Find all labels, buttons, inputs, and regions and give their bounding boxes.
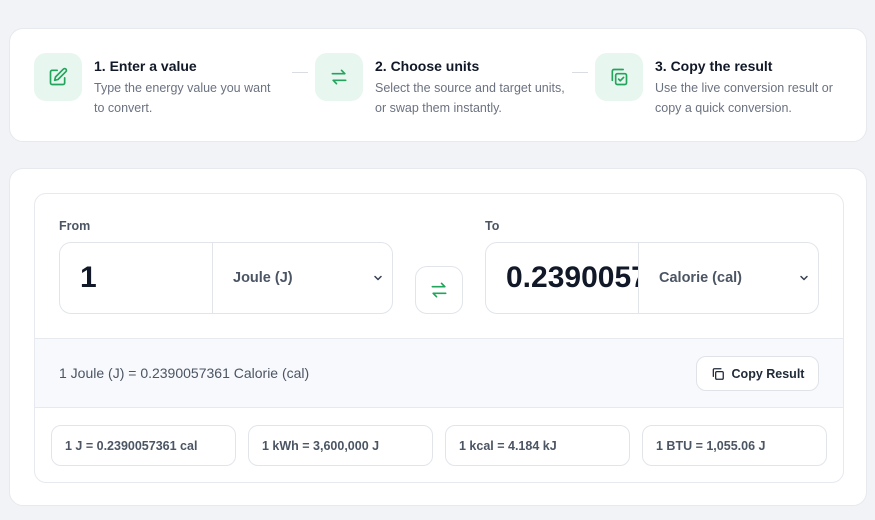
copy-result-button[interactable]: Copy Result	[696, 356, 819, 391]
to-unit-select[interactable]: Calorie (cal)	[639, 243, 818, 313]
step-copy-result: 3. Copy the result Use the live conversi…	[595, 53, 845, 118]
from-unit-label: Joule (J)	[233, 270, 293, 286]
converter-card: From 1 Joule (J) To 0.2390057361 Calorie…	[9, 168, 867, 506]
copy-check-icon	[595, 53, 643, 101]
to-label: To	[485, 219, 500, 233]
from-label: From	[59, 219, 91, 233]
swap-units-button[interactable]	[415, 266, 463, 314]
step-separator	[572, 72, 588, 73]
copy-icon	[711, 367, 725, 381]
from-value-input[interactable]: 1	[60, 243, 213, 313]
step-title: 1. Enter a value	[94, 58, 197, 74]
step-title: 3. Copy the result	[655, 58, 773, 74]
step-description: Select the source and target units, or s…	[375, 81, 565, 115]
from-unit-select[interactable]: Joule (J)	[213, 243, 392, 313]
step-choose-units: 2. Choose units Select the source and ta…	[315, 53, 565, 118]
chevron-down-icon	[372, 272, 384, 284]
to-field: 0.2390057361 Calorie (cal)	[485, 242, 819, 314]
swap-icon	[315, 53, 363, 101]
step-title: 2. Choose units	[375, 58, 480, 74]
result-bar: 1 Joule (J) = 0.2390057361 Calorie (cal)…	[35, 338, 843, 408]
converter-panel: From 1 Joule (J) To 0.2390057361 Calorie…	[34, 193, 844, 483]
step-description: Type the energy value you want to conver…	[94, 81, 271, 115]
to-value-output[interactable]: 0.2390057361	[486, 243, 639, 313]
quick-conversion-chip[interactable]: 1 kWh = 3,600,000 J	[248, 425, 433, 466]
quick-conversion-chip[interactable]: 1 kcal = 4.184 kJ	[445, 425, 630, 466]
edit-icon	[34, 53, 82, 101]
step-enter-value: 1. Enter a value Type the energy value y…	[34, 53, 284, 118]
step-separator	[292, 72, 308, 73]
step-description: Use the live conversion result or copy a…	[655, 81, 833, 115]
chevron-down-icon	[798, 272, 810, 284]
to-unit-label: Calorie (cal)	[659, 270, 742, 286]
from-field: 1 Joule (J)	[59, 242, 393, 314]
swap-icon	[429, 280, 449, 300]
quick-conversion-chip[interactable]: 1 BTU = 1,055.06 J	[642, 425, 827, 466]
result-text: 1 Joule (J) = 0.2390057361 Calorie (cal)	[59, 365, 310, 381]
copy-result-label: Copy Result	[731, 366, 805, 381]
steps-card: 1. Enter a value Type the energy value y…	[9, 28, 867, 142]
quick-conversion-chip[interactable]: 1 J = 0.2390057361 cal	[51, 425, 236, 466]
